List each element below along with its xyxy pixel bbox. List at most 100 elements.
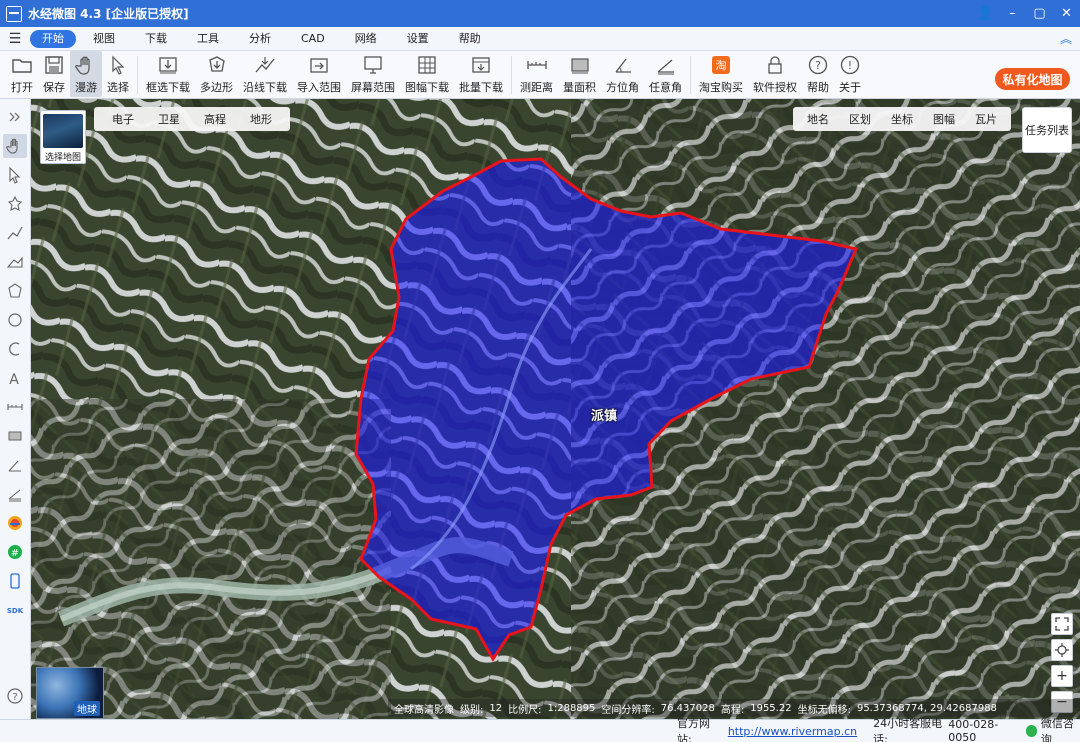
- map-selector-label: 选择地图: [44, 153, 81, 163]
- menu-tools[interactable]: 工具: [184, 30, 232, 48]
- close-button[interactable]: ✕: [1053, 0, 1080, 27]
- ribbon-separator: [511, 56, 512, 94]
- scale-label: 比例尺:: [508, 704, 542, 716]
- menu-network[interactable]: 网络: [342, 30, 390, 48]
- arc-tool-icon[interactable]: [3, 337, 27, 361]
- azimuth-button[interactable]: 方位角: [601, 51, 644, 97]
- polygon-tool-icon[interactable]: [3, 279, 27, 303]
- text-tool-icon[interactable]: A: [3, 366, 27, 390]
- circle-tool-icon[interactable]: [3, 308, 27, 332]
- resolution-label: 空间分辨率:: [601, 704, 655, 716]
- taobao-buy-button[interactable]: 淘 淘宝购买: [694, 51, 748, 97]
- polygon-download-button[interactable]: 多边形: [195, 51, 238, 97]
- batch-download-button[interactable]: 批量下载: [454, 51, 508, 97]
- help-icon: ?: [807, 54, 829, 76]
- svg-text:SDK: SDK: [7, 607, 24, 615]
- map-type-switcher: 电子 卫星 高程 地形: [94, 107, 290, 131]
- expand-panel-icon[interactable]: [3, 105, 27, 129]
- rectangle-tool-icon[interactable]: [3, 250, 27, 274]
- angle-tool-icon[interactable]: [3, 482, 27, 506]
- open-button[interactable]: 打开: [6, 51, 38, 97]
- screen-range-button[interactable]: 屏幕范围: [346, 51, 400, 97]
- map-selector-button[interactable]: 选择地图: [40, 110, 86, 164]
- azimuth-tool-icon[interactable]: [3, 453, 27, 477]
- ruler-tool-icon[interactable]: [3, 395, 27, 419]
- overlay-tiles[interactable]: 瓦片: [965, 111, 1007, 127]
- save-icon: [43, 54, 65, 76]
- share-icon[interactable]: #: [3, 540, 27, 564]
- site-link[interactable]: http://www.rivermap.cn: [728, 725, 857, 738]
- select-tool-icon[interactable]: [3, 163, 27, 187]
- user-icon[interactable]: 👤: [972, 0, 999, 27]
- map-type-satellite[interactable]: 卫星: [146, 111, 192, 127]
- menu-download[interactable]: 下载: [132, 30, 180, 48]
- resolution-value: 76.437028: [660, 702, 715, 714]
- import-range-button[interactable]: 导入范围: [292, 51, 346, 97]
- map-type-terrain[interactable]: 地形: [238, 111, 284, 127]
- batch-download-label: 批量下载: [459, 81, 503, 94]
- map-view[interactable]: 选择地图 电子 卫星 高程 地形 地名 区划 坐标 图幅 瓦片 任务列表 派镇 …: [31, 99, 1080, 719]
- maximize-button[interactable]: ▢: [1026, 0, 1053, 27]
- mobile-icon[interactable]: [3, 569, 27, 593]
- save-button[interactable]: 保存: [38, 51, 70, 97]
- private-map-button[interactable]: 私有化地图: [995, 68, 1070, 90]
- collapse-ribbon-icon[interactable]: ︽: [1052, 30, 1080, 47]
- menu-help[interactable]: 帮助: [446, 30, 494, 48]
- fullscreen-icon[interactable]: [1051, 613, 1073, 635]
- pan-button[interactable]: 漫游: [70, 51, 102, 97]
- overlay-coordinates[interactable]: 坐标: [881, 111, 923, 127]
- overlay-divisions[interactable]: 区划: [839, 111, 881, 127]
- measure-distance-button[interactable]: 测距离: [515, 51, 558, 97]
- screen-range-label: 屏幕范围: [351, 81, 395, 94]
- select-label: 选择: [107, 81, 129, 94]
- box-download-button[interactable]: 框选下载: [141, 51, 195, 97]
- menu-view[interactable]: 视图: [80, 30, 128, 48]
- elevation-value: 1955.22: [750, 702, 792, 714]
- menu-cad[interactable]: CAD: [288, 30, 338, 48]
- azimuth-label: 方位角: [606, 81, 639, 94]
- coord-label: 坐标无偏移:: [797, 704, 851, 716]
- locate-icon[interactable]: [1051, 639, 1073, 661]
- line-download-button[interactable]: 沿线下载: [238, 51, 292, 97]
- wechat-consult-button[interactable]: 微信咨询: [1026, 715, 1080, 742]
- license-button[interactable]: 软件授权: [748, 51, 802, 97]
- task-list-button[interactable]: 任务列表: [1022, 107, 1072, 153]
- angle-label: 任意角: [649, 81, 682, 94]
- angle-button[interactable]: 任意角: [644, 51, 687, 97]
- zoom-in-button[interactable]: +: [1051, 665, 1073, 687]
- area-tool-icon[interactable]: [3, 424, 27, 448]
- ribbon-separator: [690, 56, 691, 94]
- menu-bar: ☰ 开始 视图 下载 工具 分析 CAD 网络 设置 帮助 ︽: [0, 27, 1080, 51]
- zoom-level-value: 12: [489, 702, 503, 714]
- help-button[interactable]: ? 帮助: [802, 51, 834, 97]
- measure-area-button[interactable]: 量面积: [558, 51, 601, 97]
- about-button[interactable]: ! 关于: [834, 51, 866, 97]
- town-label: 派镇: [591, 409, 618, 424]
- pan-tool-icon[interactable]: [3, 134, 27, 158]
- layers-color-icon[interactable]: [3, 511, 27, 535]
- svg-text:?: ?: [12, 692, 17, 703]
- hamburger-menu-icon[interactable]: ☰: [0, 31, 30, 47]
- sheet-download-button[interactable]: 图幅下载: [400, 51, 454, 97]
- marker-tool-icon[interactable]: [3, 192, 27, 216]
- map-type-elevation[interactable]: 高程: [192, 111, 238, 127]
- overlay-sheets[interactable]: 图幅: [923, 111, 965, 127]
- svg-text:#: #: [11, 548, 19, 559]
- globe-view-button[interactable]: 地球: [36, 667, 104, 719]
- minimize-button[interactable]: –: [999, 0, 1026, 27]
- scale-value: 1:288895: [547, 702, 596, 714]
- overlay-place-names[interactable]: 地名: [797, 111, 839, 127]
- batch-download-icon: [470, 54, 492, 76]
- menu-analysis[interactable]: 分析: [236, 30, 284, 48]
- menu-settings[interactable]: 设置: [394, 30, 442, 48]
- map-thumbnail: [43, 114, 83, 148]
- polyline-tool-icon[interactable]: [3, 221, 27, 245]
- menu-start[interactable]: 开始: [30, 29, 76, 48]
- globe-label: 地球: [74, 701, 100, 716]
- map-type-electronic[interactable]: 电子: [100, 111, 146, 127]
- help-label: 帮助: [807, 81, 829, 94]
- sdk-icon[interactable]: SDK: [3, 598, 27, 622]
- select-button[interactable]: 选择: [102, 51, 134, 97]
- svg-text:淘: 淘: [716, 59, 727, 72]
- help-circle-icon[interactable]: ?: [3, 684, 27, 708]
